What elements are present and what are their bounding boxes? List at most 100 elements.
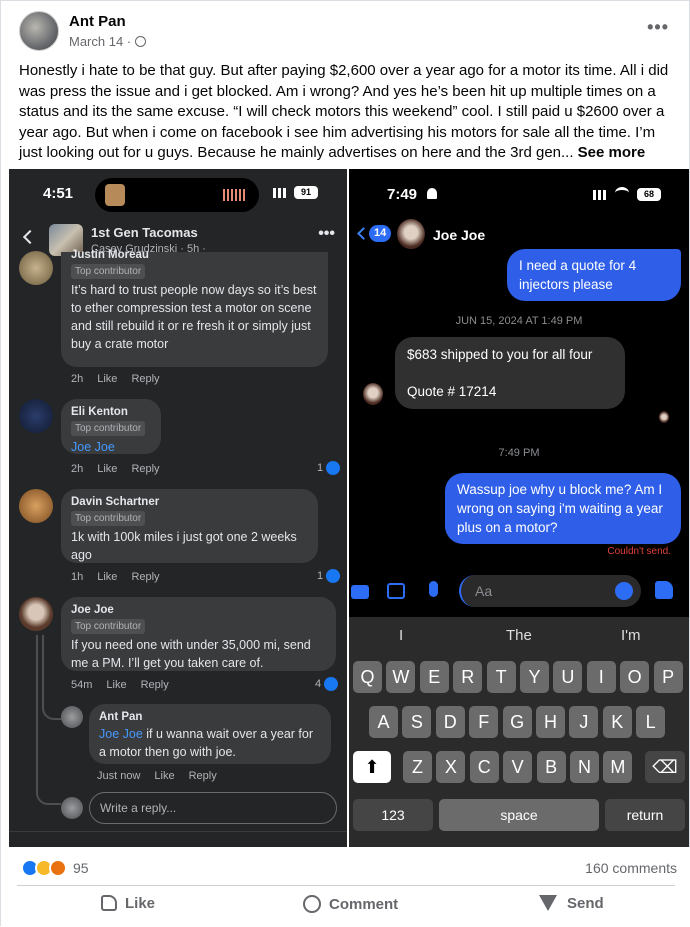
mention-link[interactable]: Joe Joe bbox=[99, 727, 143, 741]
comment-button[interactable]: Comment bbox=[303, 895, 398, 917]
key-e[interactable]: E bbox=[419, 661, 449, 693]
reply-author[interactable]: Ant Pan bbox=[99, 711, 321, 723]
comment-like-count: 1 bbox=[317, 569, 341, 583]
key-k[interactable]: K bbox=[602, 706, 632, 738]
commenter-name[interactable]: Joe Joe bbox=[71, 604, 326, 616]
comment-time: 1h bbox=[71, 571, 84, 583]
key-w[interactable]: W bbox=[386, 661, 416, 693]
key-f[interactable]: F bbox=[469, 706, 499, 738]
commenter-avatar[interactable] bbox=[19, 489, 53, 523]
thread-line bbox=[42, 635, 62, 720]
photo-icon[interactable] bbox=[387, 583, 405, 599]
key-p[interactable]: P bbox=[653, 661, 683, 693]
key-d[interactable]: D bbox=[435, 706, 465, 738]
commenter-avatar[interactable] bbox=[19, 597, 53, 631]
mention-link[interactable]: Joe Joe bbox=[71, 438, 151, 456]
write-reply-input[interactable]: Write a reply... bbox=[89, 792, 337, 824]
like-link[interactable]: Like bbox=[97, 373, 117, 385]
battery-icon: 91 bbox=[294, 186, 318, 199]
like-count: 1 bbox=[317, 461, 324, 474]
key-l[interactable]: L bbox=[636, 706, 666, 738]
left-screenshot[interactable]: 4:51 91 1st Gen Tacomas Casey Grudzinski… bbox=[9, 169, 347, 847]
commenter-name[interactable]: Eli Kenton bbox=[71, 406, 151, 418]
outgoing-message[interactable]: Wassup joe why u block me? Am I wrong on… bbox=[445, 473, 681, 544]
key-y[interactable]: Y bbox=[520, 661, 549, 693]
key-o[interactable]: O bbox=[620, 661, 650, 693]
post-date[interactable]: March 14 · bbox=[69, 34, 146, 49]
camera-icon[interactable] bbox=[351, 585, 369, 599]
emoji-icon[interactable] bbox=[615, 582, 633, 600]
key-s[interactable]: S bbox=[402, 706, 432, 738]
comment-text: 1k with 100k miles i just got one 2 week… bbox=[71, 530, 297, 562]
send-button[interactable]: Send bbox=[539, 895, 604, 917]
key-v[interactable]: V bbox=[503, 751, 533, 783]
like-link[interactable]: Like bbox=[97, 463, 117, 475]
like-link[interactable]: Like bbox=[97, 571, 117, 583]
reply-link[interactable]: Reply bbox=[131, 373, 159, 385]
key-j[interactable]: J bbox=[569, 706, 599, 738]
reply-link[interactable]: Reply bbox=[131, 463, 159, 475]
reply-link[interactable]: Reply bbox=[189, 770, 217, 782]
key-z[interactable]: Z bbox=[403, 751, 432, 783]
key-u[interactable]: U bbox=[553, 661, 583, 693]
contact-name[interactable]: Joe Joe bbox=[433, 227, 485, 243]
right-screenshot[interactable]: 7:49 68 14 Joe Joe I need a quote for 4 … bbox=[349, 169, 689, 847]
author-name[interactable]: Ant Pan bbox=[69, 13, 126, 30]
see-more-link[interactable]: See more bbox=[578, 144, 646, 161]
like-link[interactable]: Like bbox=[106, 679, 126, 691]
suggestion-2[interactable]: The bbox=[506, 627, 532, 644]
comment-text: It’s hard to trust people now days so it… bbox=[71, 283, 317, 351]
reply-link[interactable]: Reply bbox=[141, 679, 169, 691]
contact-avatar[interactable] bbox=[397, 219, 425, 249]
suggestion-3[interactable]: I'm bbox=[621, 627, 641, 644]
key-h[interactable]: H bbox=[536, 706, 565, 738]
key-c[interactable]: C bbox=[469, 751, 499, 783]
like-link[interactable]: Like bbox=[154, 770, 174, 782]
key-x[interactable]: X bbox=[436, 751, 466, 783]
message-input[interactable]: Aa bbox=[459, 575, 641, 607]
shift-key[interactable]: ⬆ bbox=[353, 751, 391, 783]
commenter-name[interactable]: Justin Moreau bbox=[71, 249, 318, 261]
unread-count-badge: 14 bbox=[369, 225, 392, 242]
angry-reaction-icon bbox=[49, 859, 67, 877]
status-time: 7:49 bbox=[387, 186, 418, 203]
reply-avatar[interactable] bbox=[61, 706, 83, 728]
comment-bubble: Eli Kenton Top contributor Joe Joe bbox=[61, 399, 161, 454]
reply-link[interactable]: Reply bbox=[131, 571, 159, 583]
comment-meta: 2h Like Reply bbox=[71, 463, 174, 475]
more-options-icon[interactable]: ••• bbox=[318, 225, 335, 243]
commenter-avatar[interactable] bbox=[19, 399, 53, 433]
group-name[interactable]: 1st Gen Tacomas bbox=[91, 225, 198, 240]
commenter-avatar[interactable] bbox=[19, 251, 53, 285]
return-key[interactable]: return bbox=[605, 799, 685, 831]
key-b[interactable]: B bbox=[536, 751, 566, 783]
more-options-icon[interactable]: ••• bbox=[647, 17, 669, 38]
key-m[interactable]: M bbox=[603, 751, 633, 783]
key-g[interactable]: G bbox=[502, 706, 532, 738]
incoming-message[interactable]: $683 shipped to you for all four Quote #… bbox=[395, 337, 625, 409]
commenter-name[interactable]: Davin Schartner bbox=[71, 496, 308, 508]
outgoing-message[interactable]: I need a quote for 4 injectors please bbox=[507, 249, 681, 301]
comment-meta: 2h Like Reply bbox=[71, 373, 174, 385]
numbers-key[interactable]: 123 bbox=[353, 799, 433, 831]
reply-time: Just now bbox=[97, 770, 141, 782]
key-n[interactable]: N bbox=[570, 751, 599, 783]
comments-count[interactable]: 160 comments bbox=[585, 860, 677, 876]
key-q[interactable]: Q bbox=[353, 661, 382, 693]
key-r[interactable]: R bbox=[453, 661, 483, 693]
backspace-key[interactable]: ⌫ bbox=[645, 751, 685, 783]
suggestion-1[interactable]: I bbox=[399, 627, 403, 644]
key-t[interactable]: T bbox=[486, 661, 516, 693]
post-date-text: March 14 · bbox=[69, 34, 135, 49]
comment-meta: 1h Like Reply bbox=[71, 571, 174, 583]
like-count: 4 bbox=[315, 677, 322, 690]
key-i[interactable]: I bbox=[586, 661, 616, 693]
microphone-icon[interactable] bbox=[429, 581, 438, 597]
thumbs-up-icon[interactable] bbox=[655, 581, 673, 599]
like-button[interactable]: Like bbox=[101, 895, 155, 917]
author-avatar[interactable] bbox=[19, 11, 59, 51]
space-key[interactable]: space bbox=[439, 799, 599, 831]
back-chevron-icon[interactable] bbox=[22, 229, 38, 245]
key-a[interactable]: A bbox=[369, 706, 398, 738]
comment-like-count: 4 bbox=[315, 677, 339, 691]
